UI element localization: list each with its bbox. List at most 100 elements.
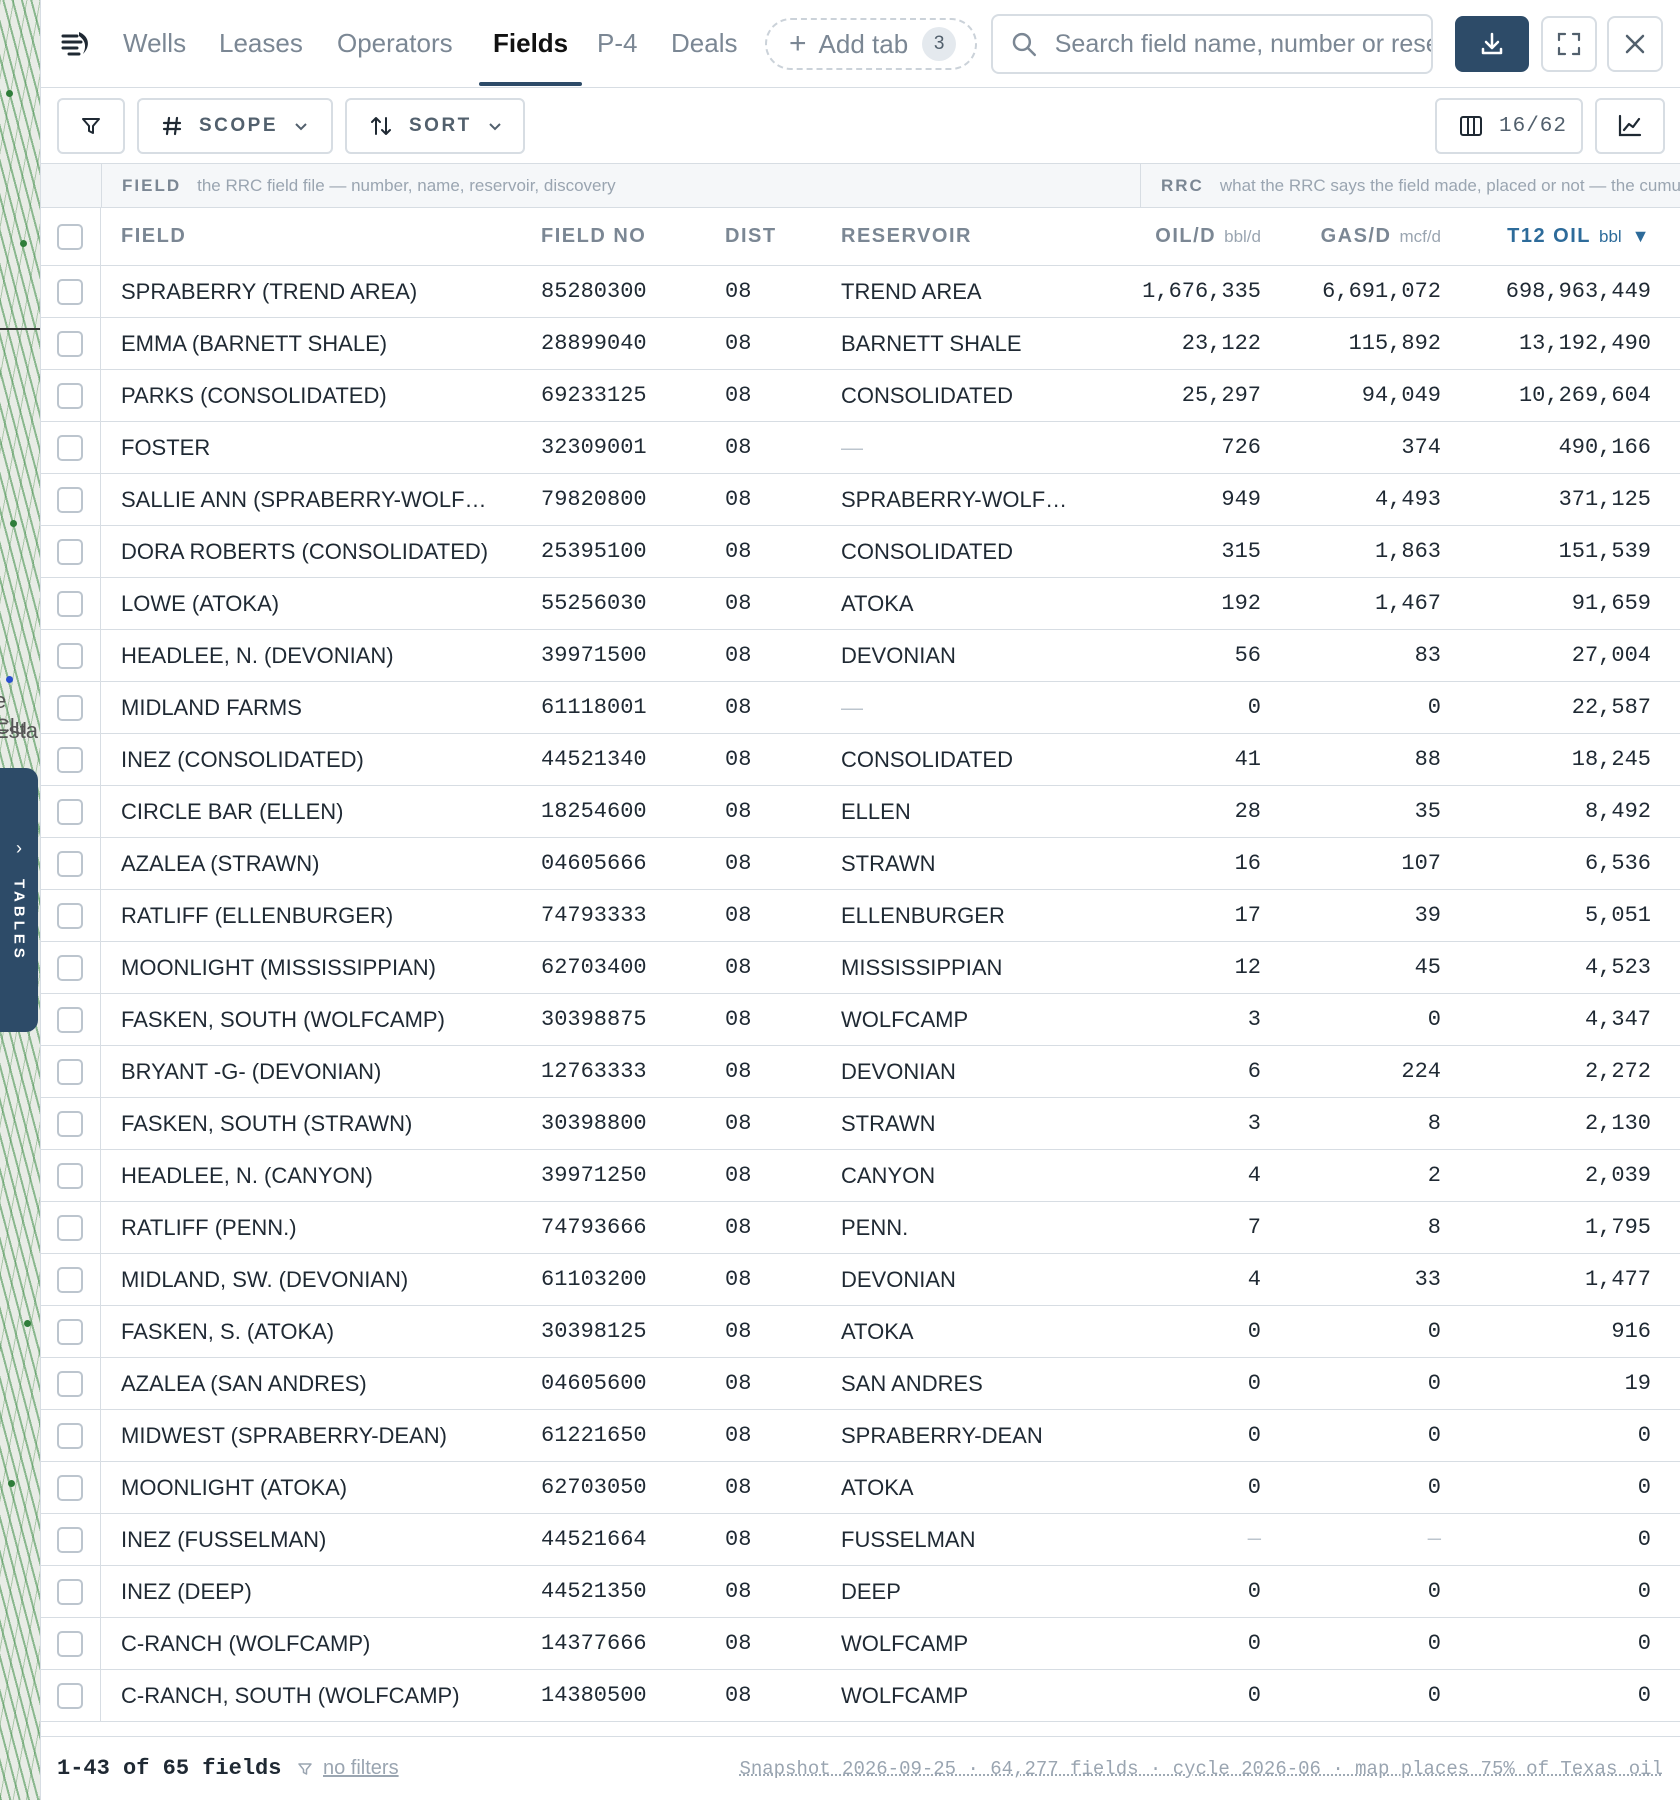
sort-dropdown[interactable]: SORT [345, 98, 525, 154]
column-header-oil-d[interactable]: OIL/D bbl/d [1101, 208, 1261, 265]
table-row[interactable]: C-RANCH, SOUTH (WOLFCAMP) 14380500 08 WOLFC… [41, 1670, 1680, 1722]
row-checkbox[interactable] [57, 955, 83, 981]
table-row[interactable]: BRYANT -G- (DEVONIAN) 12763333 08 DEVONIAN 6… [41, 1046, 1680, 1098]
row-checkbox[interactable] [57, 1059, 83, 1085]
cell-reservoir: CONSOLIDATED [841, 370, 1013, 421]
select-all-checkbox[interactable] [57, 224, 83, 250]
row-checkbox[interactable] [57, 1007, 83, 1033]
column-header-field-no[interactable]: FIELD NO [541, 208, 646, 265]
table-row[interactable]: SALLIE ANN (SPRABERRY-WOLF… 79820800 08 SPR… [41, 474, 1680, 526]
table-row[interactable]: FOSTER 32309001 08 — 726 374 490,166 [41, 422, 1680, 474]
close-button[interactable] [1607, 16, 1663, 72]
row-checkbox[interactable] [57, 1579, 83, 1605]
table-row[interactable]: INEZ (DEEP) 44521350 08 DEEP 0 0 0 [41, 1566, 1680, 1618]
table-row[interactable]: INEZ (CONSOLIDATED) 44521340 08 CONSOLIDATE… [41, 734, 1680, 786]
table-row[interactable]: SPRABERRY (TREND AREA) 85280300 08 TREND AR… [41, 266, 1680, 318]
row-checkbox[interactable] [57, 1111, 83, 1137]
fullscreen-button[interactable] [1541, 16, 1597, 72]
row-checkbox[interactable] [57, 279, 83, 305]
columns-button[interactable]: 16/62 [1435, 98, 1583, 154]
row-checkbox[interactable] [57, 1215, 83, 1241]
table-footer: 1-43 of 65 fields no filters Snapshot 20… [41, 1736, 1680, 1800]
download-button[interactable] [1455, 16, 1529, 72]
tab-fields[interactable]: Fields [493, 28, 568, 86]
filters-status[interactable]: no filters [297, 1757, 399, 1780]
row-checkbox[interactable] [57, 331, 83, 357]
tab-operators[interactable]: Operators [337, 28, 453, 86]
filter-button[interactable] [57, 98, 125, 154]
column-header-field[interactable]: FIELD [121, 208, 186, 265]
cell-oil-d: 0 [1101, 1358, 1261, 1409]
map-strip[interactable]: e Clu Esta › TABLES [0, 0, 40, 1800]
table-row[interactable]: DORA ROBERTS (CONSOLIDATED) 25395100 08 CON… [41, 526, 1680, 578]
table-row[interactable]: RATLIFF (PENN.) 74793666 08 PENN. 7 8 1,795 [41, 1202, 1680, 1254]
cell-reservoir: ATOKA [841, 578, 914, 629]
table-row[interactable]: RATLIFF (ELLENBURGER) 74793333 08 ELLENBURG… [41, 890, 1680, 942]
row-checkbox[interactable] [57, 1683, 83, 1709]
row-checkbox[interactable] [57, 1475, 83, 1501]
column-header-t12-oil[interactable]: T12 OIL bbl ▼ [1461, 208, 1651, 265]
row-checkbox[interactable] [57, 1319, 83, 1345]
column-header-dist[interactable]: DIST [725, 208, 777, 265]
table-row[interactable]: C-RANCH (WOLFCAMP) 14377666 08 WOLFCAMP 0 0 0 [41, 1618, 1680, 1670]
cell-t12-oil: 2,039 [1461, 1150, 1651, 1201]
tables-side-tab[interactable]: › TABLES [0, 768, 38, 1032]
cell-field-no: 18254600 [541, 786, 647, 837]
row-checkbox[interactable] [57, 1423, 83, 1449]
cell-reservoir: SPRABERRY-WOLF… [841, 474, 1067, 525]
search-box[interactable] [991, 14, 1433, 74]
table-row[interactable]: PARKS (CONSOLIDATED) 69233125 08 CONSOLIDAT… [41, 370, 1680, 422]
row-checkbox[interactable] [57, 487, 83, 513]
table-row[interactable]: AZALEA (SAN ANDRES) 04605600 08 SAN ANDRES 0… [41, 1358, 1680, 1410]
cell-field: RATLIFF (ELLENBURGER) [121, 890, 393, 941]
table-row[interactable]: HEADLEE, N. (CANYON) 39971250 08 CANYON 4 2 2,… [41, 1150, 1680, 1202]
row-checkbox[interactable] [57, 1631, 83, 1657]
scope-dropdown[interactable]: SCOPE [137, 98, 333, 154]
row-checkbox[interactable] [57, 539, 83, 565]
add-tab-button[interactable]: + Add tab 3 [765, 18, 977, 70]
row-checkbox[interactable] [57, 747, 83, 773]
column-header-gas-d[interactable]: GAS/D mcf/d [1281, 208, 1441, 265]
cell-t12-oil: 698,963,449 [1461, 266, 1651, 317]
row-select-cell [41, 994, 101, 1045]
row-select-cell [41, 630, 101, 681]
table-row[interactable]: FASKEN, SOUTH (WOLFCAMP) 30398875 08 WOLFCA… [41, 994, 1680, 1046]
cell-oil-d: 726 [1101, 422, 1261, 473]
table-row[interactable]: MOONLIGHT (ATOKA) 62703050 08 ATOKA 0 0 0 [41, 1462, 1680, 1514]
row-checkbox[interactable] [57, 851, 83, 877]
column-group-description: the RRC field file — number, name, reser… [197, 176, 616, 196]
row-checkbox[interactable] [57, 695, 83, 721]
table-row[interactable]: LOWE (ATOKA) 55256030 08 ATOKA 192 1,467 91,65… [41, 578, 1680, 630]
tab-wells[interactable]: Wells [123, 28, 186, 86]
row-checkbox[interactable] [57, 435, 83, 461]
row-checkbox[interactable] [57, 1527, 83, 1553]
row-checkbox[interactable] [57, 1163, 83, 1189]
cell-reservoir: SAN ANDRES [841, 1358, 983, 1409]
table-row[interactable]: FASKEN, S. (ATOKA) 30398125 08 ATOKA 0 0 916 [41, 1306, 1680, 1358]
search-input[interactable] [1055, 30, 1431, 59]
table-row[interactable]: HEADLEE, N. (DEVONIAN) 39971500 08 DEVONIAN… [41, 630, 1680, 682]
table-row[interactable]: MOONLIGHT (MISSISSIPPIAN) 62703400 08 MISSI… [41, 942, 1680, 994]
row-checkbox[interactable] [57, 383, 83, 409]
row-checkbox[interactable] [57, 643, 83, 669]
table-row[interactable]: CIRCLE BAR (ELLEN) 18254600 08 ELLEN 28 35 8,4… [41, 786, 1680, 838]
row-checkbox[interactable] [57, 1267, 83, 1293]
table-row[interactable]: MIDLAND, SW. (DEVONIAN) 61103200 08 DEVONIA… [41, 1254, 1680, 1306]
row-select-cell [41, 1358, 101, 1409]
tab-p4[interactable]: P-4 [597, 28, 637, 86]
row-checkbox[interactable] [57, 591, 83, 617]
column-header-reservoir[interactable]: RESERVOIR [841, 208, 972, 265]
app-logo-icon[interactable] [59, 26, 95, 62]
row-checkbox[interactable] [57, 903, 83, 929]
table-row[interactable]: MIDLAND FARMS 61118001 08 — 0 0 22,587 [41, 682, 1680, 734]
row-checkbox[interactable] [57, 1371, 83, 1397]
table-row[interactable]: AZALEA (STRAWN) 04605666 08 STRAWN 16 107 6,53… [41, 838, 1680, 890]
row-checkbox[interactable] [57, 799, 83, 825]
tab-leases[interactable]: Leases [219, 28, 303, 86]
table-row[interactable]: INEZ (FUSSELMAN) 44521664 08 FUSSELMAN — — 0 [41, 1514, 1680, 1566]
table-row[interactable]: MIDWEST (SPRABERRY-DEAN) 61221650 08 SPRABE… [41, 1410, 1680, 1462]
chart-button[interactable] [1595, 98, 1665, 154]
table-row[interactable]: EMMA (BARNETT SHALE) 28899040 08 BARNETT SH… [41, 318, 1680, 370]
table-row[interactable]: FASKEN, SOUTH (STRAWN) 30398800 08 STRAWN 3 8… [41, 1098, 1680, 1150]
tab-deals[interactable]: Deals [671, 28, 737, 86]
